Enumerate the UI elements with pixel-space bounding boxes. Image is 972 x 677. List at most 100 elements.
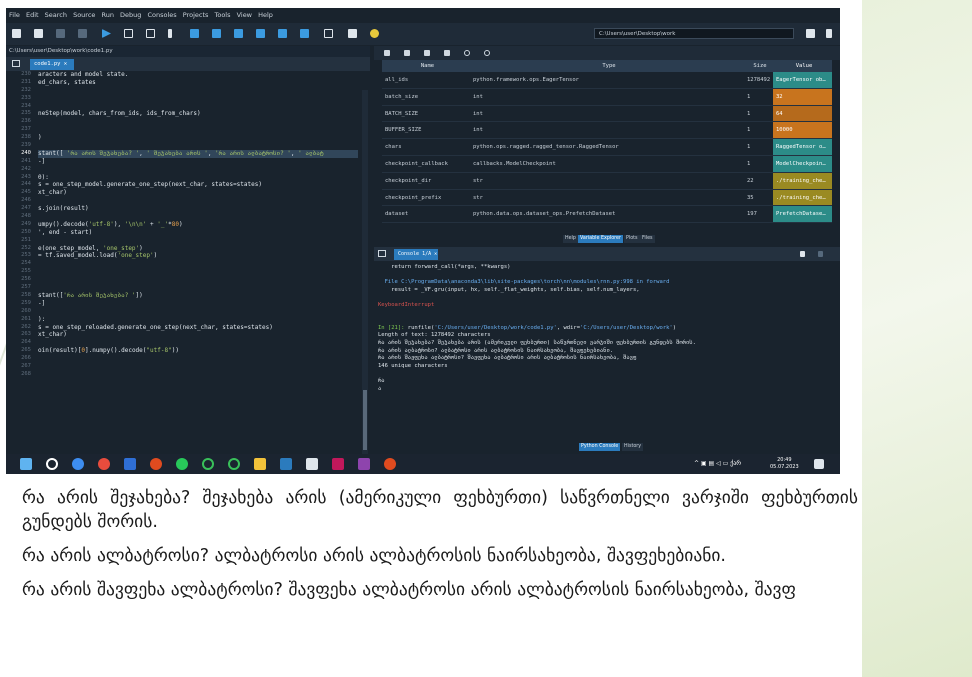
parent-directory-icon[interactable] [826,29,832,38]
run-selection-icon[interactable] [168,29,172,38]
variable-row[interactable]: batch_size int 1 32 [382,88,832,106]
line-number: 243 [21,173,31,180]
app-icon-green-1[interactable] [202,458,214,470]
opera-icon[interactable] [150,458,162,470]
variable-explorer-pane: Name Type Size Value all_ids python.frame… [374,46,840,244]
header-value[interactable]: Value [773,60,832,72]
maximize-pane-icon[interactable] [324,29,333,38]
interrupt-icon[interactable] [800,251,805,257]
variable-row[interactable]: BUFFER_SIZE int 1 10000 [382,122,832,140]
menu-search[interactable]: Search [45,11,67,19]
tab-variable-explorer[interactable]: Variable Explorer [578,235,623,243]
python-path-icon[interactable] [370,29,379,38]
refresh-icon[interactable] [484,50,490,56]
taskbar-search-icon[interactable] [46,458,58,470]
variable-type: python.ops.ragged.ragged_tensor.RaggedTe… [473,144,619,151]
remove-all-icon[interactable] [444,50,450,56]
run-cell-advance-icon[interactable] [146,29,155,38]
start-windows-icon[interactable] [20,458,32,470]
search-icon[interactable] [464,50,470,56]
variable-row[interactable]: BATCH_SIZE int 1 64 [382,105,832,123]
step-into-icon[interactable] [234,29,243,38]
new-file-icon[interactable] [12,29,21,38]
variable-row[interactable]: chars python.ops.ragged.ragged_tensor.Rag… [382,139,832,156]
editor-body[interactable]: 230 231 232 233 234 235 236 237 238 239 240 241 242 2… [6,71,370,474]
app-icon-pink[interactable] [332,458,344,470]
menu-edit[interactable]: Edit [26,11,39,19]
save-all-icon[interactable] [78,29,87,38]
menu-source[interactable]: Source [73,11,95,19]
variable-name: chars [385,144,402,151]
header-size[interactable]: Size [745,60,773,72]
menu-file[interactable]: File [9,11,20,19]
system-tray[interactable]: ^ ▣ ▤ ◁ ▭ ქარ [694,460,741,467]
header-name[interactable]: Name [382,60,470,72]
vertical-scroll-thumb[interactable] [363,390,367,450]
console-output[interactable]: return forward_call(*args, **kwargs) Fil… [378,264,834,393]
notifications-icon[interactable] [814,459,824,469]
variable-size: 22 [747,177,754,184]
file-explorer-icon[interactable] [254,458,266,470]
variable-row[interactable]: checkpoint_prefix str 35 ./training_che… [382,189,832,207]
stop-debug-icon[interactable] [300,29,309,38]
variable-row[interactable]: checkpoint_callback callbacks.ModelCheckp… [382,155,832,173]
run-cell-icon[interactable] [124,29,133,38]
variable-row[interactable]: checkpoint_dir str 22 ./training_che… [382,172,832,190]
line-number: 231 [21,78,31,85]
line-number: 263 [21,331,31,338]
save-as-icon[interactable] [424,50,430,56]
line-number: 239 [21,142,31,149]
working-directory-input[interactable]: C:\Users\user\Desktop\work [594,28,794,39]
menu-debug[interactable]: Debug [120,11,141,19]
variable-type: callbacks.ModelCheckpoint [473,160,556,167]
open-file-icon[interactable] [34,29,43,38]
spyder-icon[interactable] [384,458,396,470]
tab-files[interactable]: Files [640,235,655,243]
variable-row[interactable]: all_ids python.framework.ops.EagerTensor 1… [382,72,832,89]
line-number: 245 [21,189,31,196]
line-number: 242 [21,165,31,172]
chrome-icon[interactable] [98,458,110,470]
options-icon[interactable] [818,251,823,257]
menu-consoles[interactable]: Consoles [147,11,176,19]
menu-view[interactable]: View [237,11,252,19]
tab-help[interactable]: Help [563,235,578,243]
taskbar-clock[interactable]: 20:49 05.07.2023 [770,457,799,471]
editor-tab-code1[interactable]: code1.py ✕ [30,59,74,70]
menu-projects[interactable]: Projects [183,11,209,19]
word-icon[interactable] [124,458,136,470]
variable-row[interactable]: dataset python.data.ops.dataset_ops.Prefe… [382,206,832,224]
skype-icon[interactable] [72,458,84,470]
menu-help[interactable]: Help [258,11,273,19]
console-bottom-tabs: Python Console History [374,442,840,452]
tab-python-console[interactable]: Python Console [579,443,621,451]
continue-icon[interactable] [278,29,287,38]
tab-plots[interactable]: Plots [624,235,640,243]
whatsapp-icon[interactable] [176,458,188,470]
line-number: 268 [21,370,31,377]
console-tab[interactable]: Console 1/A ✕ [394,249,438,260]
browse-folder-icon[interactable] [806,29,815,38]
menu-tools[interactable]: Tools [214,11,230,19]
run-icon[interactable] [102,29,111,38]
language-indicator[interactable]: ქარ [730,460,741,467]
import-data-icon[interactable] [384,50,390,56]
save-icon[interactable] [56,29,65,38]
step-icon[interactable] [212,29,221,38]
save-data-icon[interactable] [404,50,410,56]
file-browser-icon[interactable] [12,60,20,67]
tab-history[interactable]: History [622,443,644,451]
preferences-wrench-icon[interactable] [348,29,357,38]
app-icon-window[interactable] [306,458,318,470]
menu-run[interactable]: Run [101,11,113,19]
code-area[interactable]: aracters and model state. ed_chars, stat… [38,71,358,463]
visual-studio-icon[interactable] [358,458,370,470]
editor-vertical-scrollbar[interactable] [362,90,368,462]
app-icon-green-2[interactable] [228,458,240,470]
line-number: 262 [21,323,31,330]
store-icon[interactable] [280,458,292,470]
variable-type: python.framework.ops.EagerTensor [473,77,579,83]
debug-icon[interactable] [190,29,199,38]
header-type[interactable]: Type [470,60,745,72]
step-return-icon[interactable] [256,29,265,38]
